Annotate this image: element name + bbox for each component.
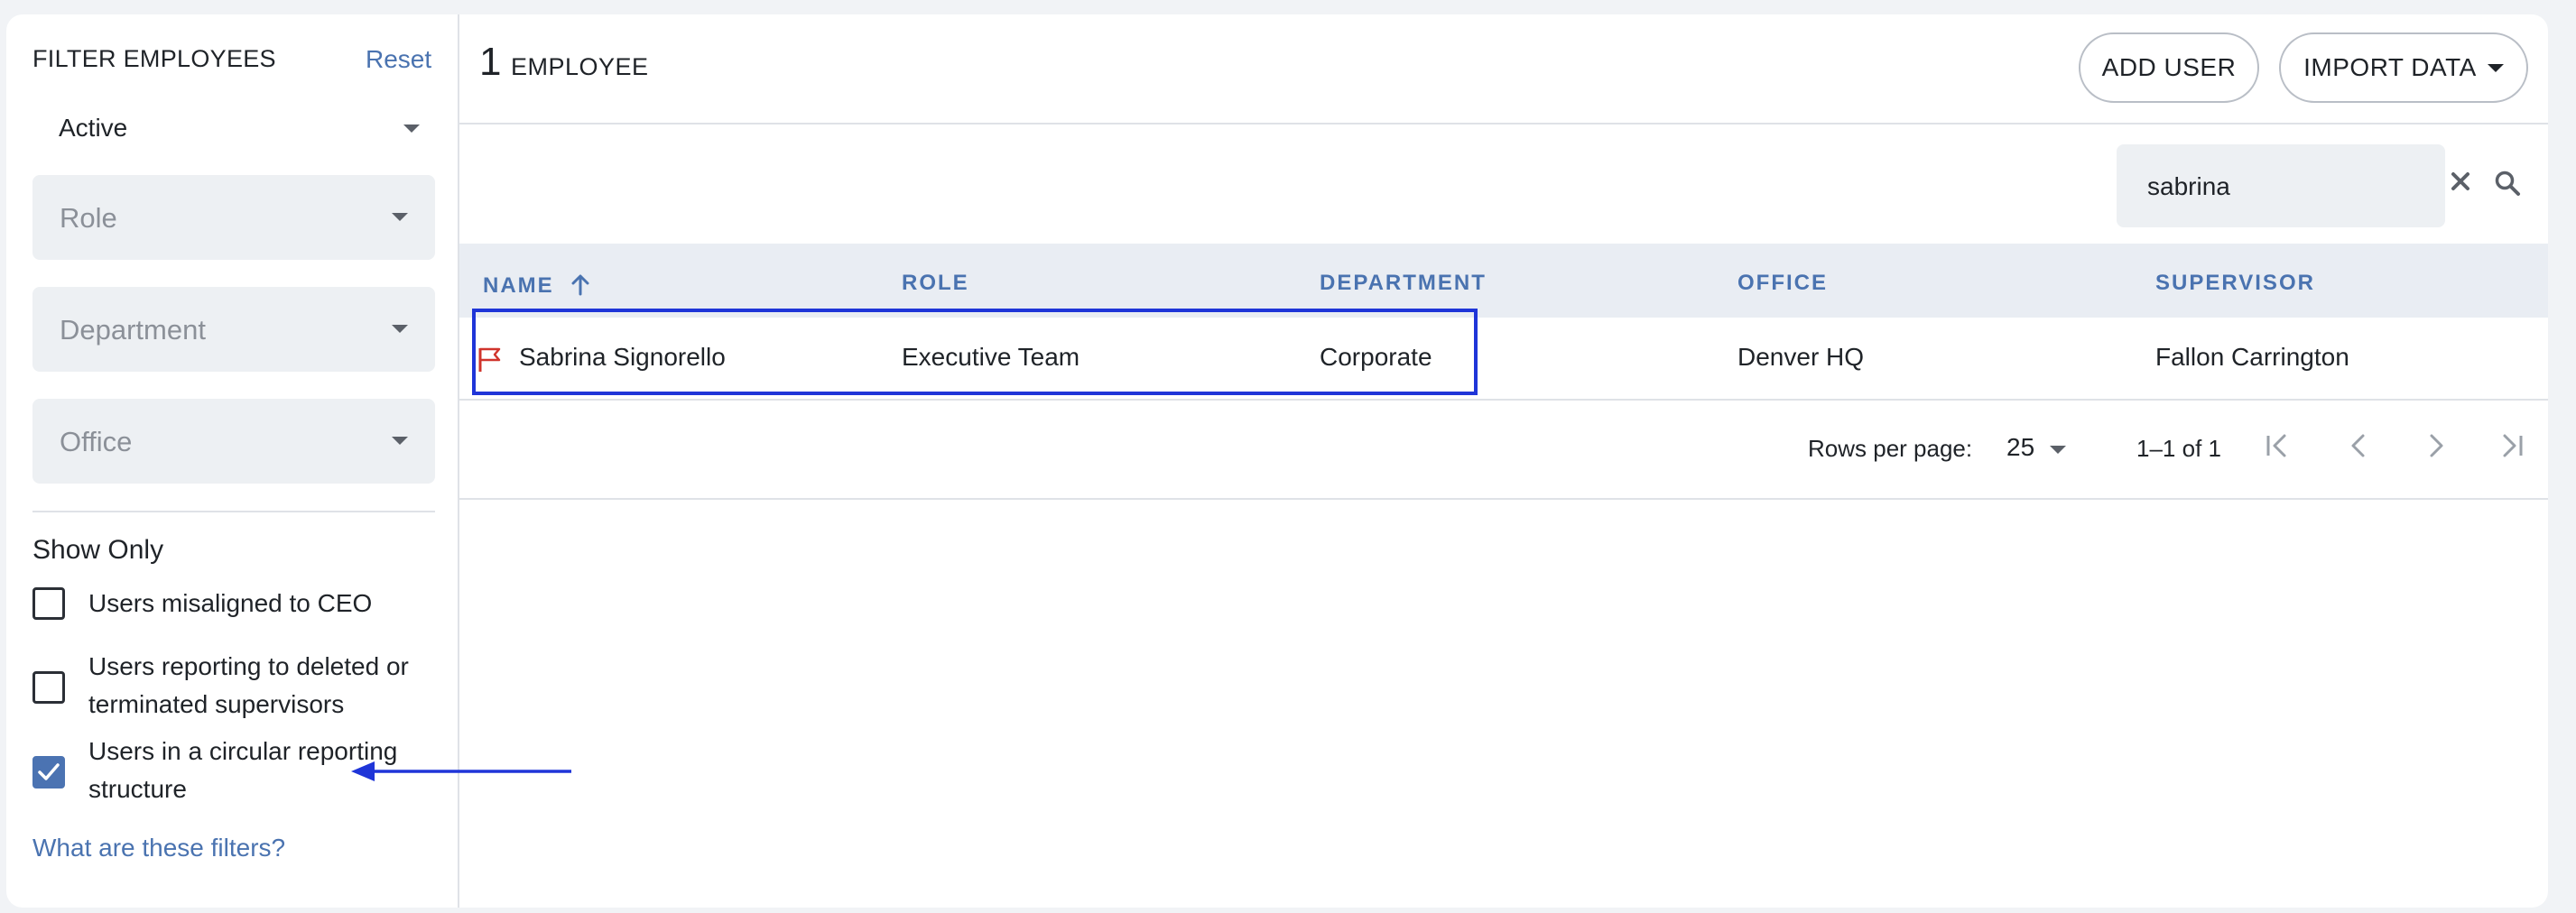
checkbox-box[interactable] <box>32 587 65 620</box>
table-row[interactable]: Sabrina Signorello Executive Team Corpor… <box>459 318 2548 401</box>
import-data-label: IMPORT DATA <box>2303 53 2477 81</box>
import-data-button[interactable]: IMPORT DATA <box>2279 32 2528 103</box>
department-select[interactable]: Department <box>32 287 435 372</box>
next-page-icon[interactable] <box>2425 431 2447 460</box>
search-input[interactable] <box>2145 166 2420 208</box>
chevron-down-icon <box>392 325 408 333</box>
table-header: NAME ROLE DEPARTMENT OFFICE SUPERVISOR <box>459 244 2548 318</box>
column-header-office[interactable]: OFFICE <box>1737 271 1828 296</box>
employee-count-number: 1 <box>479 40 502 84</box>
flag-icon <box>478 347 501 372</box>
sort-ascending-icon[interactable] <box>570 274 590 296</box>
chevron-down-icon <box>392 213 408 221</box>
cell-department: Corporate <box>1320 343 1432 371</box>
show-only-heading: Show Only <box>32 535 164 565</box>
caret-down-icon <box>2487 63 2504 72</box>
employee-count-label: EMPLOYEE <box>510 53 649 80</box>
search-icon[interactable] <box>2494 170 2521 197</box>
cell-office: Denver HQ <box>1737 343 1865 371</box>
department-select-placeholder: Department <box>60 314 206 346</box>
checkbox-label: Users reporting to deleted or terminated… <box>88 652 409 718</box>
main-panel: 1 EMPLOYEE ADD USER IMPORT DATA NAME <box>459 14 2548 908</box>
chevron-down-icon[interactable] <box>2050 446 2066 454</box>
check-icon <box>38 763 60 780</box>
column-header-department[interactable]: DEPARTMENT <box>1320 271 1487 296</box>
add-user-button[interactable]: ADD USER <box>2079 32 2259 103</box>
checkbox-box-checked[interactable] <box>32 756 65 788</box>
column-header-role[interactable]: ROLE <box>902 271 969 296</box>
status-select[interactable]: Active <box>32 101 433 152</box>
filter-title: FILTER EMPLOYEES <box>32 45 276 72</box>
divider <box>32 511 435 512</box>
column-header-supervisor[interactable]: SUPERVISOR <box>2155 271 2315 296</box>
header-divider <box>459 123 2548 124</box>
page-range: 1–1 of 1 <box>2136 435 2221 462</box>
checkbox-box[interactable] <box>32 671 65 704</box>
filters-help-link[interactable]: What are these filters? <box>32 834 285 862</box>
previous-page-icon[interactable] <box>2348 431 2369 460</box>
employees-card: FILTER EMPLOYEES Reset Active Role Depar… <box>6 14 2548 908</box>
status-select-value: Active <box>59 114 128 142</box>
rows-per-page-select[interactable]: 25 <box>2006 433 2034 462</box>
column-header-name[interactable]: NAME <box>483 271 590 299</box>
cell-name[interactable]: Sabrina Signorello <box>519 343 726 372</box>
cell-supervisor: Fallon Carrington <box>2155 343 2349 371</box>
last-page-icon[interactable] <box>2496 431 2526 460</box>
role-select-placeholder: Role <box>60 202 117 234</box>
office-select-placeholder: Office <box>60 426 133 457</box>
role-select[interactable]: Role <box>32 175 435 260</box>
cell-role: Executive Team <box>902 343 1080 371</box>
clear-search-icon[interactable] <box>2451 171 2470 191</box>
rows-per-page-label: Rows per page: <box>1808 435 1973 462</box>
chevron-down-icon <box>392 437 408 445</box>
employee-count: 1 EMPLOYEE <box>479 40 649 85</box>
column-header-label: NAME <box>483 273 554 298</box>
pagination-bar: Rows per page: 25 1–1 of 1 <box>459 399 2548 500</box>
chevron-down-icon <box>403 124 420 133</box>
office-select[interactable]: Office <box>32 399 435 484</box>
checkbox-label: Users misaligned to CEO <box>88 589 373 617</box>
reset-link[interactable]: Reset <box>366 45 431 74</box>
search-field[interactable] <box>2117 144 2445 227</box>
first-page-icon[interactable] <box>2263 431 2293 460</box>
